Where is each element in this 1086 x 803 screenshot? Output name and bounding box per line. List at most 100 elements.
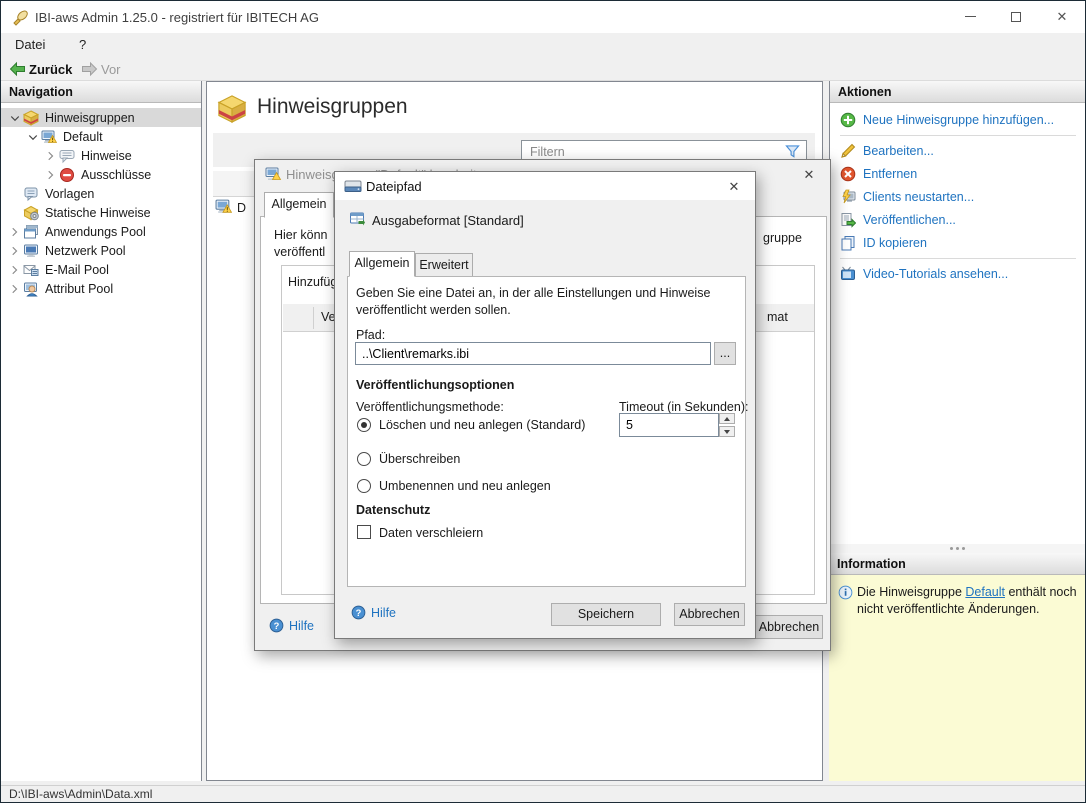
nav-item-attribut-pool[interactable]: Attribut Pool bbox=[1, 279, 201, 298]
close-button[interactable]: ✕ bbox=[1039, 1, 1085, 32]
chevron-collapsed-icon[interactable] bbox=[43, 148, 59, 164]
radio-umbenennen[interactable] bbox=[357, 479, 371, 493]
chevron-none bbox=[7, 205, 23, 221]
radio-ueberschreiben[interactable] bbox=[357, 452, 371, 466]
chevron-none bbox=[7, 186, 23, 202]
chevron-collapsed-icon[interactable] bbox=[7, 243, 23, 259]
nav-item-statische-hinweise[interactable]: Statische Hinweise bbox=[1, 203, 201, 222]
chevron-collapsed-icon[interactable] bbox=[43, 167, 59, 183]
radio-umbenennen-label[interactable]: Umbenennen und neu anlegen bbox=[379, 479, 551, 493]
chevron-collapsed-icon[interactable] bbox=[7, 281, 23, 297]
chevron-expanded-icon[interactable] bbox=[7, 110, 23, 126]
output-format-icon bbox=[349, 211, 365, 227]
nav-item-email-pool[interactable]: E-Mail Pool bbox=[1, 260, 201, 279]
filter-input[interactable] bbox=[522, 145, 785, 159]
cancel-button[interactable]: Abbrechen bbox=[755, 615, 823, 639]
action-label: Video-Tutorials ansehen... bbox=[863, 267, 1008, 281]
action-entfernen[interactable]: Entfernen bbox=[840, 163, 1086, 185]
add-fragment[interactable]: Hinzufüg bbox=[288, 275, 337, 289]
nav-item-ausschluesse[interactable]: Ausschlüsse bbox=[1, 165, 201, 184]
nav-item-label: Statische Hinweise bbox=[45, 206, 151, 220]
publish-icon bbox=[840, 212, 857, 228]
nav-item-hinweisgruppen[interactable]: Hinweisgruppen bbox=[1, 108, 201, 127]
action-label: Veröffentlichen... bbox=[863, 213, 956, 227]
verschleiern-label[interactable]: Daten verschleiern bbox=[379, 526, 483, 540]
nav-item-vorlagen[interactable]: Vorlagen bbox=[1, 184, 201, 203]
minimize-button[interactable] bbox=[947, 1, 993, 32]
menu-datei[interactable]: Datei bbox=[15, 37, 45, 52]
filter-funnel-icon[interactable] bbox=[785, 144, 800, 159]
action-label: Clients neustarten... bbox=[863, 190, 974, 204]
default-link[interactable]: Default bbox=[965, 585, 1005, 599]
radio-loeschen-label[interactable]: Löschen und neu anlegen (Standard) bbox=[379, 418, 585, 432]
back-button[interactable]: Zurück bbox=[29, 62, 72, 77]
column-header-fragment[interactable]: mat bbox=[767, 310, 788, 324]
back-arrow-icon[interactable] bbox=[9, 61, 26, 77]
nav-item-label: Hinweisgruppen bbox=[45, 111, 135, 125]
panel-splitter[interactable] bbox=[829, 544, 1086, 553]
tab-allgemein[interactable]: Allgemein bbox=[264, 192, 334, 218]
separator bbox=[840, 258, 1076, 259]
information-header: Information bbox=[829, 553, 1086, 575]
tab-erweitert[interactable]: Erweitert bbox=[415, 253, 473, 277]
nav-item-label: Netzwerk Pool bbox=[45, 244, 126, 258]
path-input[interactable] bbox=[355, 342, 711, 365]
save-button[interactable]: Speichern bbox=[551, 603, 661, 626]
timeout-label: Timeout (in Sekunden): bbox=[619, 400, 748, 414]
nav-item-netzwerk-pool[interactable]: Netzwerk Pool bbox=[1, 241, 201, 260]
help-link[interactable]: ? Hilfe bbox=[269, 618, 314, 633]
email-icon bbox=[23, 262, 40, 278]
spin-up-button[interactable] bbox=[719, 413, 735, 424]
nav-item-label: E-Mail Pool bbox=[45, 263, 109, 277]
action-add-hinweisgruppe[interactable]: Neue Hinweisgruppe hinzufügen... bbox=[840, 109, 1086, 131]
nav-item-label: Ausschlüsse bbox=[81, 168, 151, 182]
information-panel: Die Hinweisgruppe Default enthält noch n… bbox=[829, 575, 1086, 781]
verschleiern-checkbox[interactable] bbox=[357, 525, 371, 539]
app-window: IBI-aws Admin 1.25.0 - registriert für I… bbox=[0, 0, 1086, 803]
action-veroeffentlichen[interactable]: Veröffentlichen... bbox=[840, 209, 1086, 231]
action-clients-neustarten[interactable]: Clients neustarten... bbox=[840, 186, 1086, 208]
nav-item-anwendungs-pool[interactable]: Anwendungs Pool bbox=[1, 222, 201, 241]
action-video-tutorials[interactable]: Video-Tutorials ansehen... bbox=[840, 263, 1086, 285]
help-link[interactable]: ? Hilfe bbox=[351, 605, 396, 620]
description-fragment: veröffentl bbox=[274, 245, 325, 259]
chevron-collapsed-icon[interactable] bbox=[7, 262, 23, 278]
radio-ueberschreiben-label[interactable]: Überschreiben bbox=[379, 452, 460, 466]
spin-up-icon bbox=[724, 417, 730, 421]
info-text-before: Die Hinweisgruppe bbox=[857, 585, 965, 599]
remove-circle-icon bbox=[840, 166, 857, 182]
chevron-collapsed-icon[interactable] bbox=[7, 224, 23, 240]
action-bearbeiten[interactable]: Bearbeiten... bbox=[840, 140, 1086, 162]
help-label: Hilfe bbox=[371, 606, 396, 620]
nav-item-hinweise[interactable]: Hinweise bbox=[1, 146, 201, 165]
toolbar bbox=[1, 58, 1085, 81]
timeout-input[interactable] bbox=[619, 413, 719, 437]
tv-icon bbox=[840, 266, 857, 282]
navigation-header: Navigation bbox=[1, 81, 201, 103]
description-fragment: gruppe bbox=[763, 231, 802, 245]
menu-help[interactable]: ? bbox=[79, 37, 86, 52]
privacy-header: Datenschutz bbox=[356, 503, 430, 517]
navigation-panel: Navigation Hinweisgruppen Default Hinwei… bbox=[1, 81, 202, 781]
title-bar: IBI-aws Admin 1.25.0 - registriert für I… bbox=[1, 1, 1085, 33]
minus-circle-icon bbox=[59, 167, 76, 183]
action-id-kopieren[interactable]: ID kopieren bbox=[840, 232, 1086, 254]
cancel-button[interactable]: Abbrechen bbox=[674, 603, 745, 626]
person-icon bbox=[23, 281, 40, 297]
list-row[interactable]: D bbox=[237, 201, 246, 215]
close-icon[interactable]: ✕ bbox=[796, 165, 822, 184]
nav-item-default[interactable]: Default bbox=[1, 127, 201, 146]
close-icon[interactable]: ✕ bbox=[721, 177, 747, 196]
maximize-button[interactable] bbox=[993, 1, 1039, 32]
radio-loeschen[interactable] bbox=[357, 418, 371, 432]
nav-item-label: Hinweise bbox=[81, 149, 132, 163]
actions-header: Aktionen bbox=[830, 81, 1086, 103]
tab-allgemein[interactable]: Allgemein bbox=[349, 251, 415, 277]
applications-icon bbox=[23, 224, 40, 240]
chevron-expanded-icon[interactable] bbox=[25, 129, 41, 145]
options-header: Veröffentlichungsoptionen bbox=[356, 378, 514, 392]
hinweisgruppen-icon bbox=[23, 110, 40, 126]
spin-down-button[interactable] bbox=[719, 426, 735, 437]
browse-button[interactable]: ... bbox=[714, 342, 736, 365]
pencil-icon bbox=[840, 143, 857, 159]
